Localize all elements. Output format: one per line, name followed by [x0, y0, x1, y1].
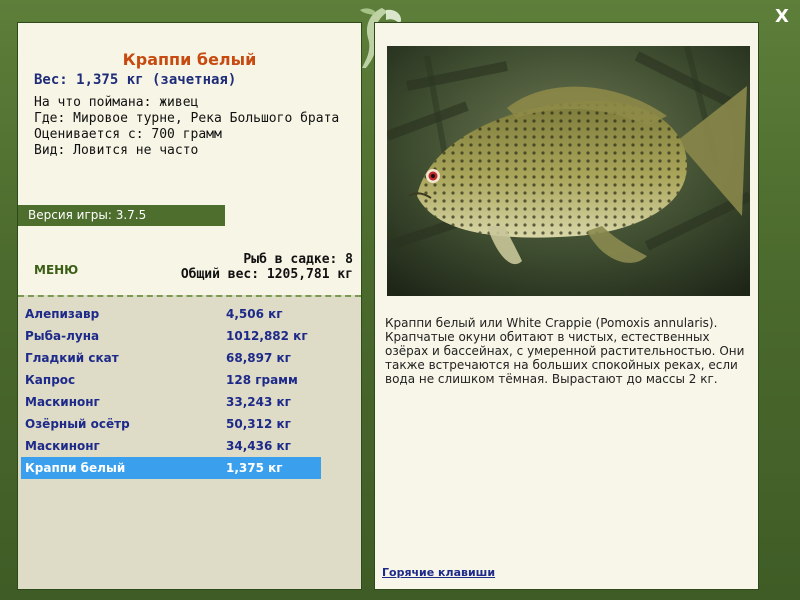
catch-name: Озёрный осётр — [25, 417, 130, 431]
total-weight: Общий вес: 1205,781 кг — [180, 267, 353, 282]
fish-photo — [387, 46, 750, 296]
catch-row[interactable]: Алепизавр 4,506 кг — [21, 303, 321, 325]
fish-description: Краппи белый или White Crappie (Pomoxis … — [385, 316, 745, 386]
catch-row[interactable]: Маскинонг 33,243 кг — [21, 391, 321, 413]
fish-description-panel: Краппи белый или White Crappie (Pomoxis … — [374, 22, 759, 590]
fish-illustration — [387, 46, 750, 296]
catch-list: Алепизавр 4,506 кг Рыба-луна 1012,882 кг… — [21, 303, 321, 479]
hotkeys-link[interactable]: Горячие клавиши — [382, 566, 495, 579]
keepnet-stats: Рыб в садке: 8 Общий вес: 1205,781 кг — [181, 252, 353, 282]
catch-weight: 50,312 кг — [226, 417, 291, 431]
close-button[interactable]: X — [772, 6, 792, 28]
info-bait: На что поймана: живец — [34, 95, 199, 110]
catch-name: Алепизавр — [25, 307, 100, 321]
catch-name: Рыба-луна — [25, 329, 100, 343]
info-valued-from: Оценивается с: 700 грамм — [34, 127, 222, 142]
catch-row[interactable]: Маскинонг 34,436 кг — [21, 435, 321, 457]
fish-title: Краппи белый — [122, 50, 257, 69]
catch-weight: 68,897 кг — [226, 351, 291, 365]
fish-weight: Вес: 1,375 кг (зачетная) — [34, 72, 237, 88]
info-rarity: Вид: Ловится не часто — [34, 143, 199, 158]
catch-weight: 128 грамм — [226, 373, 298, 387]
catch-name: Капрос — [25, 373, 76, 387]
catch-weight: 34,436 кг — [226, 439, 291, 453]
menu-button[interactable]: МЕНЮ — [34, 263, 78, 277]
game-version: Версия игры: 3.7.5 — [18, 205, 225, 226]
catch-weight: 33,243 кг — [226, 395, 291, 409]
section-divider — [18, 295, 361, 297]
catch-weight: 1012,882 кг — [226, 329, 308, 343]
catch-row[interactable]: Капрос 128 грамм — [21, 369, 321, 391]
catch-weight: 1,375 кг — [226, 461, 283, 475]
fish-info-panel: Краппи белый Вес: 1,375 кг (зачетная) На… — [17, 22, 362, 590]
catch-weight: 4,506 кг — [226, 307, 283, 321]
catch-row-selected[interactable]: Краппи белый 1,375 кг — [21, 457, 321, 479]
catch-row[interactable]: Гладкий скат 68,897 кг — [21, 347, 321, 369]
catch-name: Краппи белый — [25, 461, 126, 475]
catch-row[interactable]: Рыба-луна 1012,882 кг — [21, 325, 321, 347]
fish-count: Рыб в садке: 8 — [243, 252, 353, 267]
info-location: Где: Мировое турне, Река Большого брата — [34, 111, 340, 126]
catch-row[interactable]: Озёрный осётр 50,312 кг — [21, 413, 321, 435]
catch-name: Маскинонг — [25, 395, 100, 409]
catch-name: Маскинонг — [25, 439, 100, 453]
catch-name: Гладкий скат — [25, 351, 119, 365]
